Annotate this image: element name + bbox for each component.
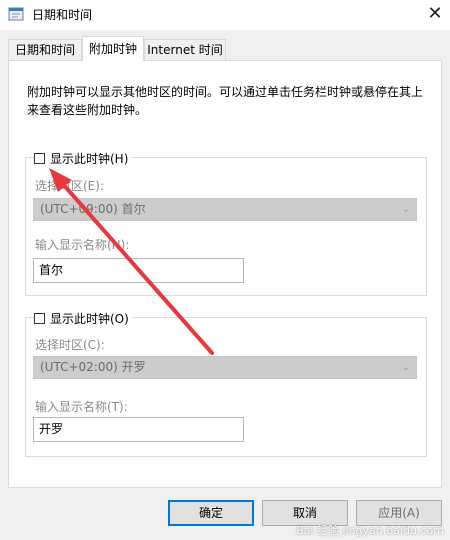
clock2-name-label: 输入显示名称(T): [35, 400, 128, 414]
clock2-checkbox[interactable] [34, 312, 45, 324]
watermark: Bai 经验 jingyan.baidu.com [296, 524, 444, 537]
clock1-name-label: 输入显示名称(N): [35, 238, 130, 252]
chevron-down-icon: ⌄ [401, 204, 410, 215]
tab-internet-time[interactable]: Internet 时间 [144, 39, 226, 60]
clock1-checkbox[interactable] [34, 152, 45, 164]
clock1-checkbox-label: 显示此时钟(H) [50, 151, 129, 166]
clock2-timezone-select[interactable]: (UTC+02:00) 开罗 ⌄ [33, 356, 417, 379]
clock1-timezone-select[interactable]: (UTC+09:00) 首尔 ⌄ [33, 198, 417, 221]
clock2-checkbox-row[interactable]: 显示此时钟(O) [34, 310, 132, 326]
clock2-timezone-value: (UTC+02:00) 开罗 [40, 360, 146, 374]
ok-button[interactable]: 确定 [168, 500, 254, 526]
close-icon[interactable]: ✕ [420, 0, 450, 30]
description-text: 附加时钟可以显示其他时区的时间。可以通过单击任务栏时钟或悬停在其上来查看这些附加… [27, 85, 424, 117]
clock2-timezone-label: 选择时区(C): [35, 338, 105, 352]
tab-additional-clocks[interactable]: 附加时钟 [82, 36, 144, 61]
title-bar: 日期和时间 ✕ [0, 0, 450, 30]
clock1-timezone-label: 选择时区(E): [35, 179, 104, 193]
tab-date-time[interactable]: 日期和时间 [8, 39, 82, 60]
clock2-name-input[interactable]: 开罗 [33, 417, 244, 442]
chevron-down-icon: ⌄ [401, 362, 410, 373]
clock-app-icon [8, 7, 24, 21]
clock1-timezone-value: (UTC+09:00) 首尔 [40, 202, 146, 216]
window-title: 日期和时间 [32, 8, 93, 22]
clock2-checkbox-label: 显示此时钟(O) [50, 311, 129, 326]
clock1-name-input[interactable]: 首尔 [33, 258, 244, 283]
clock1-checkbox-row[interactable]: 显示此时钟(H) [34, 150, 132, 166]
